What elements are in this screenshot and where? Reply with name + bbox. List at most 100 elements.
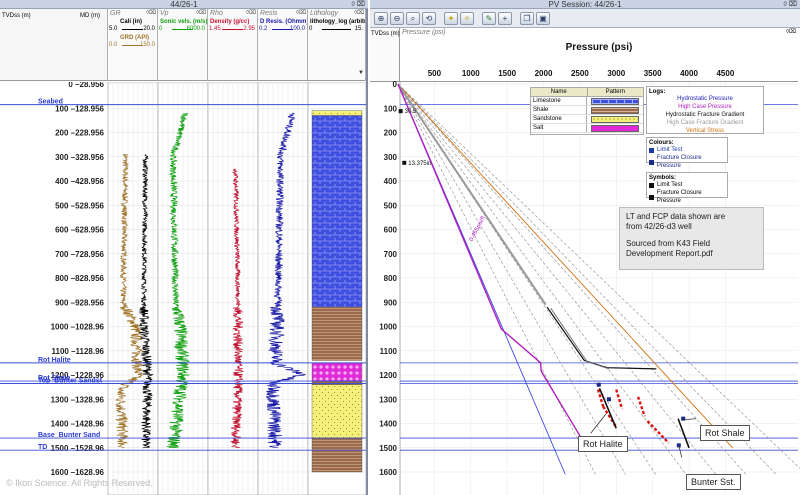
depth-label: 1000 –1028.96 — [51, 323, 105, 332]
track-controls-lith[interactable]: ◊⌧ — [354, 9, 364, 16]
pv-session-title: PV Session: 44/26-1 ◊ ⌧ — [370, 0, 800, 9]
pressure-axis-title: Pressure (psi) — [565, 42, 633, 53]
pv-depth-label: 600 — [384, 226, 398, 235]
pressure-tick-label: 2000 — [535, 69, 553, 78]
curve-label: D Resis. (Ohmm) — [260, 19, 308, 25]
depth-label: 800 –828.956 — [55, 274, 104, 283]
track-controls-res[interactable]: ◊⌧ — [296, 9, 306, 16]
depth-header-tvd: TVDss (m) — [2, 13, 31, 19]
curve-label: GRD (API) — [120, 35, 149, 41]
track-header-gr[interactable]: GR ◊⌧ Cali (in) 5.0 20.0 GRD (API) 0.0 150.0 — [108, 9, 158, 81]
track-controls-vp[interactable]: ◊⌧ — [196, 9, 206, 16]
logs-legend-item: High Case Fracture Gradient — [666, 120, 744, 126]
pv-depth-label: 1200 — [379, 371, 397, 380]
symbol-label: Limit Test — [657, 182, 683, 188]
zone-label: Top_Bunter Sandst — [38, 377, 103, 384]
track-header-vp[interactable]: Vp ◊⌧ Sonic vels. (m/s) 0 6000.0 — [158, 9, 208, 81]
lithology-interval — [311, 437, 363, 473]
depth-header: TVDss (m) MD (m) — [0, 9, 108, 81]
colours-legend: Colours: Limit Test Fracture Closure Pres… — [646, 137, 728, 169]
zone-label: Seabed — [38, 99, 63, 106]
pressure-tick-label: 2500 — [571, 69, 589, 78]
track-name-res: Resis — [260, 10, 278, 17]
lithology-interval — [311, 306, 363, 361]
pressure-tick-label: 1000 — [462, 69, 480, 78]
lithology-interval — [311, 384, 363, 439]
symbol-label: Fracture Closure Pressure — [656, 190, 702, 204]
track-name-rho: Rho — [210, 10, 223, 17]
zoom-box-icon[interactable]: ⌕ — [406, 12, 420, 25]
track-name-lith: Lithology — [310, 10, 339, 17]
pv-track-controls[interactable]: ◊⌧ — [786, 28, 796, 35]
track-scroll-arrow[interactable]: ▼ — [358, 70, 366, 78]
zoom-out-icon[interactable]: ⊖ — [390, 12, 404, 25]
depth-label: 200 –228.956 — [55, 129, 104, 138]
track-header-res[interactable]: Resis ◊⌧ D Resis. (Ohmm) 0.2 100.0 — [258, 9, 308, 81]
colours-legend-items: Limit Test Fracture Closure Pressure — [649, 146, 725, 170]
curve-label: Density (g/cc) — [210, 19, 250, 25]
curve-scale-line — [122, 45, 143, 46]
pressure-tick-label: 4000 — [680, 69, 698, 78]
pv-depth-label: 100 — [384, 104, 398, 113]
pressure-tick-label: 4500 — [716, 69, 734, 78]
curve-label: Sonic vels. (m/s) — [160, 19, 208, 25]
track-controls-rho[interactable]: ◊⌧ — [246, 9, 256, 16]
depth-label: 1300 –1328.96 — [51, 395, 105, 404]
well-log-window-controls[interactable]: ◊ ⌧ — [352, 0, 365, 9]
colour-label: Fracture Closure Pressure — [656, 155, 702, 169]
colour-label: Limit Test — [657, 147, 683, 153]
curve-min: 0 — [159, 26, 163, 32]
curve-max: 15. — [354, 26, 363, 32]
zone-label: Base_Bunter Sand — [38, 432, 100, 439]
pv-depth-label: 500 — [384, 201, 398, 210]
depth-label: 300 –328.956 — [55, 153, 104, 162]
depth-label: 0 –28.956 — [68, 82, 104, 89]
curve-scale-line — [322, 29, 351, 30]
lithology-legend-name: Salt — [531, 124, 588, 132]
pointer-icon[interactable]: ✧ — [460, 12, 474, 25]
symbol-swatch — [649, 182, 654, 188]
colour-swatch — [649, 147, 654, 153]
pressure-tick-label: 500 — [428, 69, 442, 78]
star-icon[interactable]: ✦ — [444, 12, 458, 25]
pv-depth-label: 1500 — [379, 444, 397, 453]
pv-depth-label: 1600 — [379, 468, 397, 477]
track-header-rho[interactable]: Rho ◊⌧ Density (g/cc) 1.45 2.95 — [208, 9, 258, 81]
pv-depth-label: 900 — [384, 298, 398, 307]
pressure-panel: PV Session: 44/26-1 ◊ ⌧ ⊕ ⊖ ⌕ ⟲ ✦ ✧ ✎ + … — [370, 0, 800, 495]
lithology-legend-col-name: Name — [531, 88, 588, 96]
lithology-legend-col-pattern: Pattern — [605, 89, 625, 95]
zoom-in-icon[interactable]: ⊕ — [374, 12, 388, 25]
plus-icon[interactable]: + — [498, 12, 512, 25]
depth-label: 500 –528.956 — [55, 201, 104, 210]
curve-min: 0.2 — [259, 26, 268, 32]
pv-depth-label: 700 — [384, 250, 398, 259]
colours-legend-item: Fracture Closure Pressure — [649, 154, 725, 170]
pv-depth-header-tvd: TVDss (m) — [371, 31, 400, 37]
logs-legend-item: Hydrostatic Pressure — [677, 96, 733, 102]
symbols-legend-items: Limit Test Fracture Closure Pressure — [649, 181, 725, 205]
curve-min: 0 — [309, 26, 313, 32]
pv-window-controls[interactable]: ◊ ⌧ — [784, 0, 797, 9]
pv-depth-label: 0 — [393, 80, 398, 89]
copy-icon[interactable]: ❐ — [520, 12, 534, 25]
symbol-swatch — [649, 194, 654, 200]
pen-icon[interactable]: ✎ — [482, 12, 496, 25]
pv-depth-label: 1100 — [380, 347, 398, 356]
pv-depth-label: 300 — [384, 153, 398, 162]
save-icon[interactable]: ▣ — [536, 12, 550, 25]
logs-legend-item: Vertical Stress — [685, 128, 725, 134]
track-controls-gr[interactable]: ◊⌧ — [146, 9, 156, 16]
logs-legend-item: Hydrostatic Fracture Gradient — [665, 112, 745, 118]
depth-label: 900 –928.956 — [55, 298, 104, 307]
lithology-legend-swatch — [591, 98, 639, 105]
log-body: 0 –28.956100 –128.956200 –228.956300 –32… — [0, 82, 367, 495]
symbols-legend-item: Fracture Closure Pressure — [649, 189, 725, 205]
lithology-interval — [311, 362, 363, 382]
limit-test-marker — [606, 397, 611, 402]
curve-label: lithology_log (arbitrary) — [310, 19, 365, 25]
zoom-reset-icon[interactable]: ⟲ — [422, 12, 436, 25]
pv-depth-label: 400 — [384, 177, 398, 186]
lithology-legend: Name Pattern Limestone Shale Sandstone Salt — [530, 87, 644, 135]
pv-session-title-text: PV Session: 44/26-1 — [548, 0, 622, 9]
